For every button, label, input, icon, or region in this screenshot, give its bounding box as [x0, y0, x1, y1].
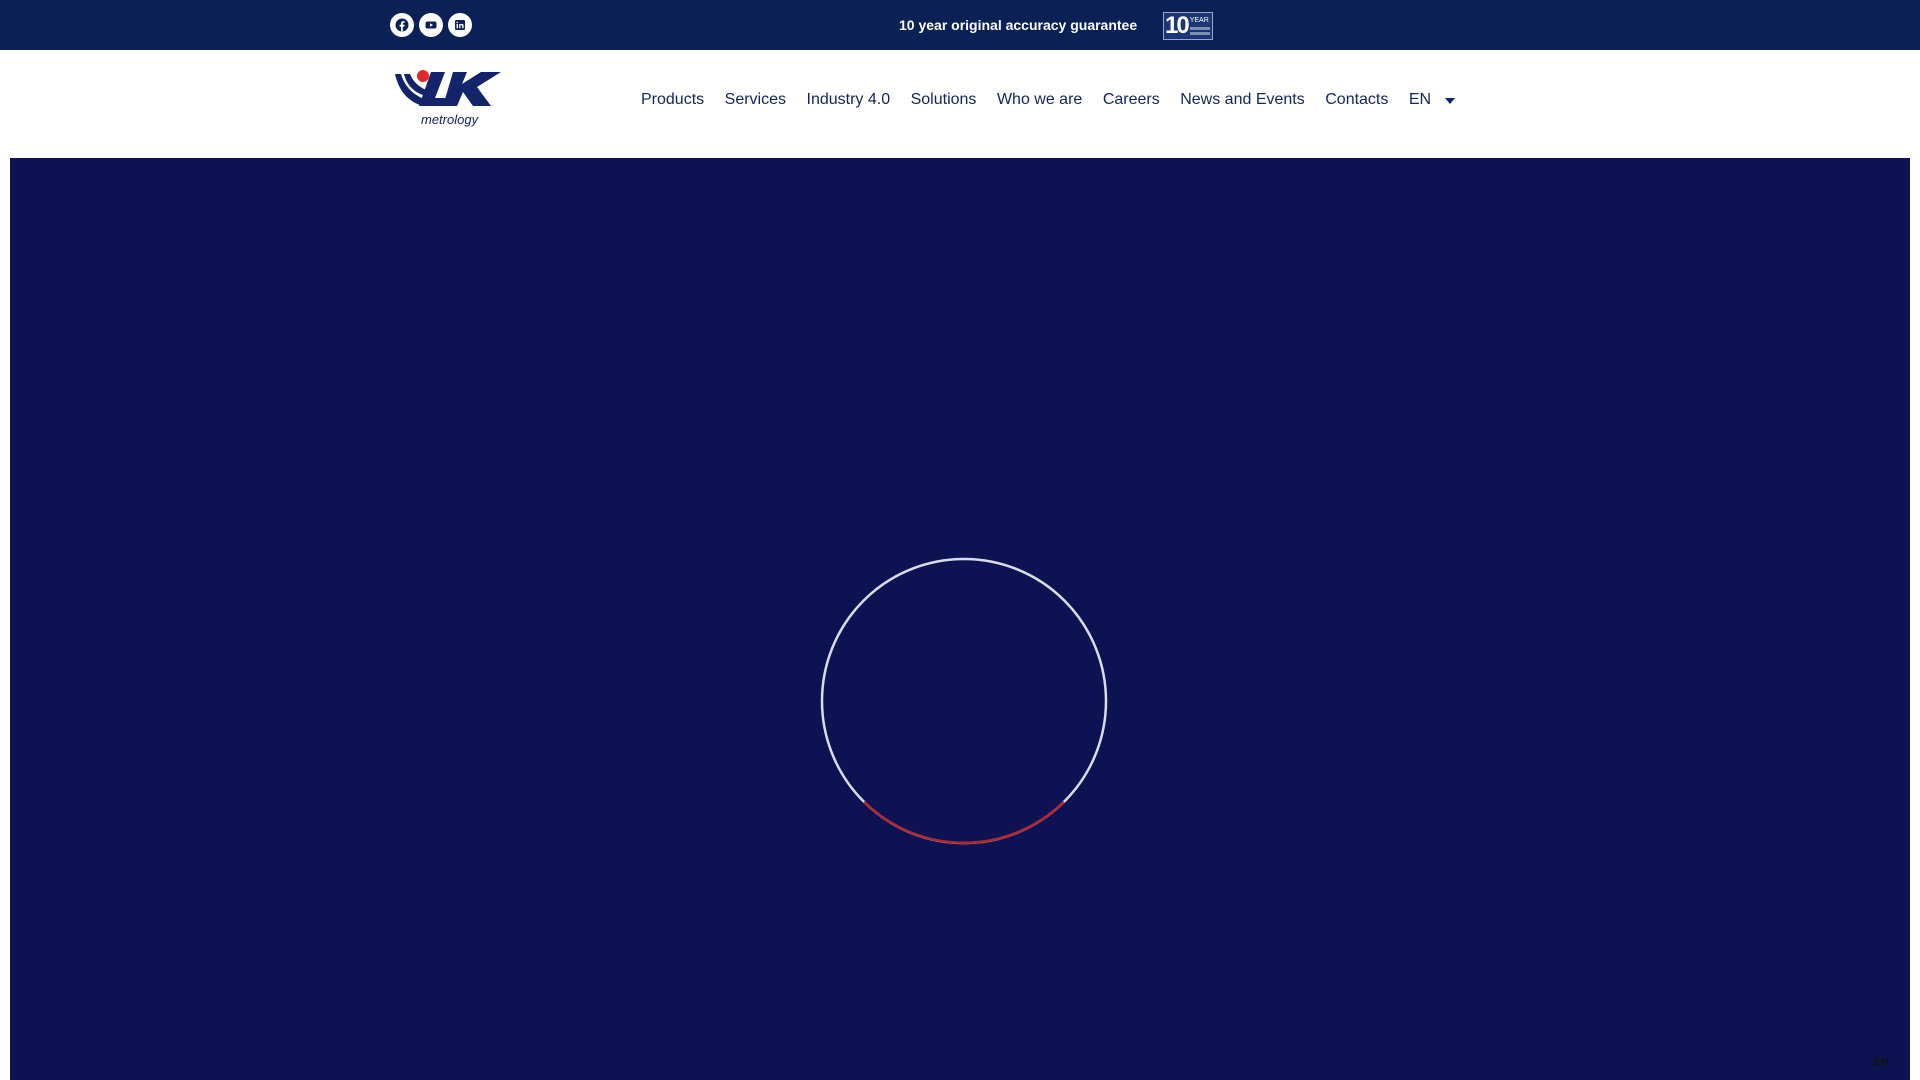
nav-industry-4-0[interactable]: Industry 4.0: [807, 91, 891, 109]
nav-who-we-are[interactable]: Who we are: [997, 91, 1082, 109]
nav-products[interactable]: Products: [641, 91, 704, 109]
linkedin-icon[interactable]: [448, 13, 472, 37]
ten-year-badge: 10 YEAR: [1163, 12, 1213, 40]
facebook-icon[interactable]: [390, 13, 414, 37]
badge-number: 10: [1165, 12, 1190, 39]
nav-contacts[interactable]: Contacts: [1325, 91, 1388, 109]
nav-services[interactable]: Services: [725, 91, 786, 109]
hero-section: [10, 158, 1910, 1080]
site-header: metrology Products Services Industry 4.0…: [0, 50, 1920, 158]
logo-text: metrology: [421, 112, 480, 127]
main-nav: Products Services Industry 4.0 Solutions…: [641, 50, 1456, 150]
nav-careers[interactable]: Careers: [1103, 91, 1160, 109]
loading-spinner: [820, 557, 1108, 845]
badge-label: YEAR: [1189, 17, 1209, 24]
lk-metrology-logo[interactable]: metrology: [393, 68, 503, 130]
language-label: EN: [1408, 91, 1432, 108]
spinner-arc: [863, 801, 1065, 845]
spinner-ring: [820, 557, 1108, 845]
corner-language-switch[interactable]: EN: [1874, 1056, 1889, 1068]
badge-stripe: [1189, 27, 1210, 30]
nav-solutions[interactable]: Solutions: [911, 91, 977, 109]
badge-stripe: [1189, 32, 1210, 35]
language-selector[interactable]: EN: [1408, 91, 1456, 109]
youtube-icon[interactable]: [419, 13, 443, 37]
nav-news-and-events[interactable]: News and Events: [1180, 91, 1305, 109]
chevron-down-icon: [1445, 98, 1456, 104]
guarantee-text: 10 year original accuracy guarantee: [899, 17, 1138, 33]
top-bar: 10 year original accuracy guarantee 10 Y…: [0, 0, 1920, 50]
